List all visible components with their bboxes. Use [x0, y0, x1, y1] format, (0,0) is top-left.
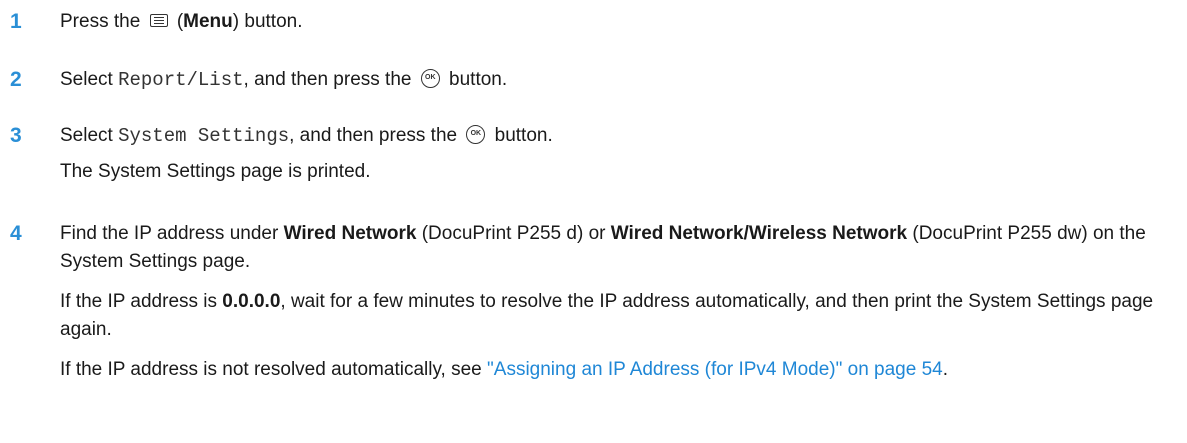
ok-button-icon: OK — [466, 124, 486, 144]
menu-item-report-list: Report/List — [118, 69, 244, 91]
menu-label: Menu — [183, 11, 233, 32]
step-number: 4 — [10, 222, 22, 245]
step-text: Select System Settings, and then press t… — [60, 124, 553, 147]
step-number: 1 — [10, 10, 22, 33]
step-text: Select Report/List, and then press the O… — [60, 68, 508, 91]
step-paragraph-1: Find the IP address under Wired Network … — [60, 223, 1146, 272]
step-number: 3 — [10, 124, 22, 147]
step-paragraph-3: If the IP address is not resolved automa… — [60, 359, 948, 380]
step-paragraph-2: If the IP address is 0.0.0.0, wait for a… — [60, 291, 1154, 340]
wired-wireless-network-label: Wired Network/Wireless Network — [610, 223, 908, 244]
ip-zero-value: 0.0.0.0 — [222, 291, 281, 312]
assigning-ip-address-link[interactable]: "Assigning an IP Address (for IPv4 Mode)… — [487, 359, 943, 380]
wired-network-label: Wired Network — [283, 223, 417, 244]
menu-icon — [149, 13, 168, 27]
menu-item-system-settings: System Settings — [118, 125, 290, 147]
ok-button-icon: OK — [420, 68, 440, 88]
step-number: 2 — [10, 68, 22, 91]
step-text: Press the (Menu) button. — [60, 11, 303, 32]
step-result: The System Settings page is printed. — [60, 161, 371, 182]
